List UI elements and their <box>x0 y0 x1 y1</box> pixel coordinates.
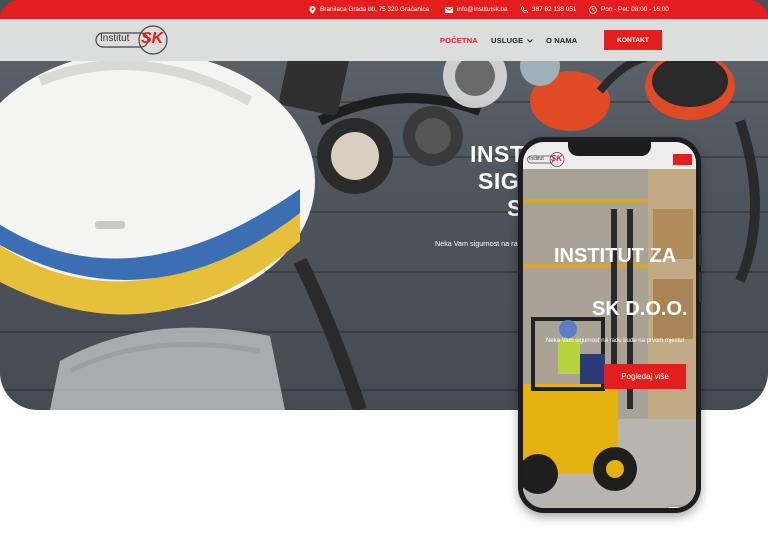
mobile-logo-mark: SK <box>551 154 563 163</box>
phone-icon <box>521 6 528 13</box>
hours-text: Pon - Pet: 08:00 - 16:00 <box>601 6 669 13</box>
mobile-logo-word: Institut <box>529 156 544 162</box>
institut-sk-logo[interactable]: Institut SK <box>95 24 169 55</box>
logo-mark: SK <box>141 30 164 47</box>
hero-title-line-1: INST <box>470 141 525 167</box>
nav-item-pocetna[interactable]: POČETNA <box>440 36 478 45</box>
hours-info: Pon - Pet: 08:00 - 16:00 <box>589 0 669 19</box>
phone-notch <box>568 142 651 156</box>
mobile-subtitle: Neka Vam sigurnost na radu bude na prvom… <box>546 338 685 344</box>
main-navbar: Institut SK POČETNA USLUGE O NAMA KONTAK… <box>0 19 768 61</box>
chevron-down-icon <box>527 36 534 45</box>
email-text[interactable]: info@institutsk.ba <box>457 6 508 13</box>
recaptcha-icon[interactable] <box>668 507 696 508</box>
phone-info[interactable]: 387 62 138 051 <box>521 0 576 19</box>
mobile-logo[interactable]: Institut SK <box>527 152 565 167</box>
address-info: Branilaca Grada bb, 75 320 Gračanica <box>309 0 429 19</box>
contact-button[interactable]: KONTAKT <box>604 30 662 50</box>
clock-icon <box>589 5 597 14</box>
pogledaj-vise-button[interactable]: Pogledaj više <box>604 364 686 389</box>
logo-word: Institut <box>100 33 130 44</box>
mobile-title-line-1: INSTITUT ZA <box>554 245 677 267</box>
mobile-hero: INSTITUT ZA SK D.O.O. Neka Vam sigurnost… <box>523 169 696 508</box>
top-info-bar: Branilaca Grada bb, 75 320 Gračanica inf… <box>0 0 768 19</box>
mobile-screen: INSTITUT ZA SK D.O.O. Neka Vam sigurnost… <box>523 142 696 508</box>
mobile-mockup: INSTITUT ZA SK D.O.O. Neka Vam sigurnost… <box>518 137 702 513</box>
map-pin-icon <box>309 5 316 14</box>
nav-item-usluge[interactable]: USLUGE <box>491 36 534 45</box>
email-info[interactable]: info@institutsk.ba <box>445 0 508 19</box>
hamburger-menu-icon[interactable] <box>673 154 692 165</box>
phone-text[interactable]: 387 62 138 051 <box>532 6 576 13</box>
nav-item-o-nama[interactable]: O NAMA <box>546 36 577 45</box>
address-text: Branilaca Grada bb, 75 320 Gračanica <box>320 6 430 13</box>
mobile-title-line-2: SK D.O.O. <box>592 298 688 320</box>
hero-subtitle: Neka Vam sigurnost na ra <box>435 239 518 248</box>
nav-item-usluge-label: USLUGE <box>491 36 524 45</box>
mail-icon <box>445 6 453 13</box>
